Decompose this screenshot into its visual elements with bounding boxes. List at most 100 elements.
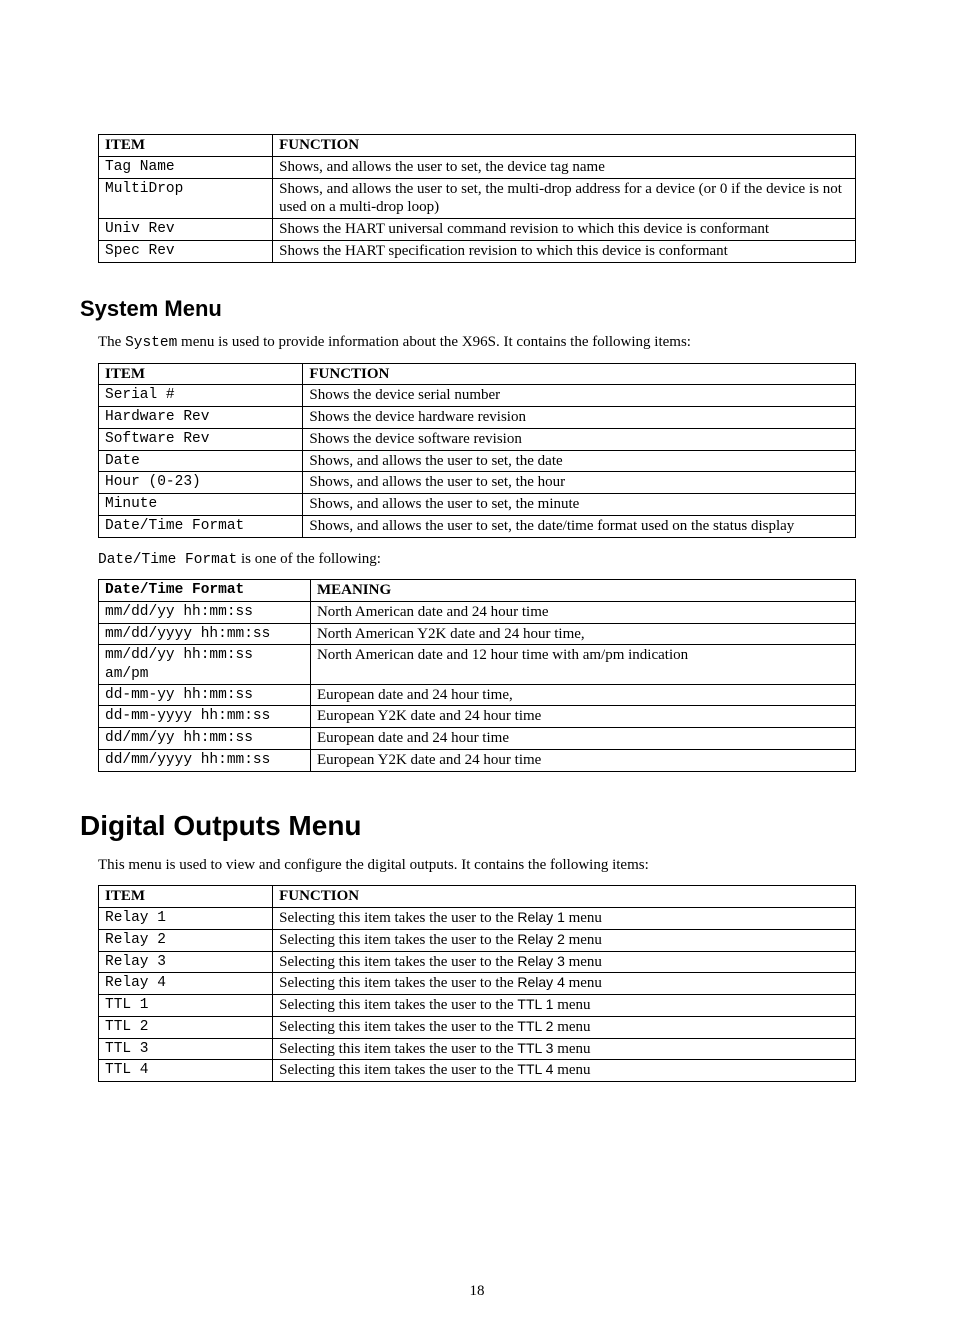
intro-prefix: The — [98, 334, 125, 350]
func-suffix: menu — [565, 932, 602, 948]
hart-table: ITEM FUNCTION Tag Name Shows, and allows… — [98, 134, 856, 263]
item-cell: MultiDrop — [99, 178, 273, 219]
func-sans: Relay 1 — [517, 909, 564, 925]
header-item: ITEM — [99, 886, 273, 908]
intro-suffix: menu is used to provide information abou… — [177, 334, 691, 350]
func-cell: Shows, and allows the user to set, the d… — [303, 515, 856, 537]
table-row: Tag Name Shows, and allows the user to s… — [99, 156, 856, 178]
func-suffix: menu — [565, 954, 602, 970]
system-menu-heading: System Menu — [80, 295, 856, 324]
datetime-format-note: Date/Time Format is one of the following… — [98, 550, 856, 570]
table-row: Software Rev Shows the device software r… — [99, 428, 856, 450]
table-row: Minute Shows, and allows the user to set… — [99, 494, 856, 516]
datetime-format-table: Date/Time Format MEANING mm/dd/yy hh:mm:… — [98, 579, 856, 772]
func-sans: Relay 4 — [517, 974, 564, 990]
header-function: FUNCTION — [273, 135, 856, 157]
func-suffix: menu — [553, 1019, 590, 1035]
header-format: Date/Time Format — [99, 580, 311, 602]
func-cell: Selecting this item takes the user to th… — [273, 995, 856, 1017]
item-cell: Relay 2 — [99, 929, 273, 951]
header-function: FUNCTION — [303, 363, 856, 385]
item-cell: TTL 4 — [99, 1060, 273, 1082]
item-cell: Minute — [99, 494, 303, 516]
func-cell: Selecting this item takes the user to th… — [273, 908, 856, 930]
func-cell: Shows, and allows the user to set, the h… — [303, 472, 856, 494]
func-cell: Selecting this item takes the user to th… — [273, 951, 856, 973]
item-cell: dd/mm/yyyy hh:mm:ss — [99, 749, 311, 771]
item-cell: Spec Rev — [99, 240, 273, 262]
func-suffix: menu — [565, 910, 602, 926]
func-prefix: Selecting this item takes the user to th… — [279, 910, 517, 926]
header-function: FUNCTION — [273, 886, 856, 908]
func-prefix: Selecting this item takes the user to th… — [279, 1019, 517, 1035]
func-suffix: menu — [553, 1062, 590, 1078]
item-cell: dd-mm-yy hh:mm:ss — [99, 684, 311, 706]
table-row: mm/dd/yyyy hh:mm:ss North American Y2K d… — [99, 623, 856, 645]
func-cell: European Y2K date and 24 hour time — [310, 749, 855, 771]
item-cell: Univ Rev — [99, 219, 273, 241]
item-cell: Tag Name — [99, 156, 273, 178]
table-row: dd-mm-yy hh:mm:ss European date and 24 h… — [99, 684, 856, 706]
table-row: mm/dd/yy hh:mm:ss am/pm North American d… — [99, 645, 856, 684]
func-sans: TTL 4 — [517, 1061, 553, 1077]
header-meaning: MEANING — [310, 580, 855, 602]
item-cell: Software Rev — [99, 428, 303, 450]
func-cell: Shows the device serial number — [303, 385, 856, 407]
func-cell: Selecting this item takes the user to th… — [273, 973, 856, 995]
table-row: Serial # Shows the device serial number — [99, 385, 856, 407]
item-cell: Serial # — [99, 385, 303, 407]
digital-outputs-table: ITEM FUNCTION Relay 1 Selecting this ite… — [98, 885, 856, 1082]
table-row: dd/mm/yyyy hh:mm:ss European Y2K date an… — [99, 749, 856, 771]
table-row: Relay 1 Selecting this item takes the us… — [99, 908, 856, 930]
func-cell: Shows the device software revision — [303, 428, 856, 450]
datetime-suffix: is one of the following: — [237, 551, 381, 567]
item-cell: TTL 2 — [99, 1016, 273, 1038]
table-row: Date/Time Format Shows, and allows the u… — [99, 515, 856, 537]
func-sans: TTL 3 — [517, 1040, 553, 1056]
table-row: MultiDrop Shows, and allows the user to … — [99, 178, 856, 219]
table-row: Hour (0-23) Shows, and allows the user t… — [99, 472, 856, 494]
func-cell: European Y2K date and 24 hour time — [310, 706, 855, 728]
func-cell: Shows, and allows the user to set, the d… — [303, 450, 856, 472]
table-row: TTL 4 Selecting this item takes the user… — [99, 1060, 856, 1082]
item-cell: Date/Time Format — [99, 515, 303, 537]
func-suffix: menu — [565, 975, 602, 991]
func-prefix: Selecting this item takes the user to th… — [279, 954, 517, 970]
item-cell: dd-mm-yyyy hh:mm:ss — [99, 706, 311, 728]
table-header-row: ITEM FUNCTION — [99, 363, 856, 385]
func-prefix: Selecting this item takes the user to th… — [279, 1041, 517, 1057]
func-cell: European date and 24 hour time, — [310, 684, 855, 706]
func-cell: Shows, and allows the user to set, the m… — [273, 178, 856, 219]
header-item: ITEM — [99, 363, 303, 385]
item-cell: TTL 1 — [99, 995, 273, 1017]
item-cell: Hour (0-23) — [99, 472, 303, 494]
func-cell: North American date and 24 hour time — [310, 601, 855, 623]
system-menu-intro: The System menu is used to provide infor… — [98, 333, 856, 353]
func-cell: North American date and 12 hour time wit… — [310, 645, 855, 684]
datetime-mono: Date/Time Format — [98, 552, 237, 568]
item-cell: Date — [99, 450, 303, 472]
func-cell: Selecting this item takes the user to th… — [273, 1038, 856, 1060]
func-prefix: Selecting this item takes the user to th… — [279, 997, 517, 1013]
func-prefix: Selecting this item takes the user to th… — [279, 1062, 517, 1078]
func-suffix: menu — [553, 997, 590, 1013]
func-cell: Selecting this item takes the user to th… — [273, 929, 856, 951]
table-row: Relay 3 Selecting this item takes the us… — [99, 951, 856, 973]
item-cell: TTL 3 — [99, 1038, 273, 1060]
func-cell: North American Y2K date and 24 hour time… — [310, 623, 855, 645]
table-row: TTL 3 Selecting this item takes the user… — [99, 1038, 856, 1060]
func-cell: European date and 24 hour time — [310, 728, 855, 750]
func-cell: Shows, and allows the user to set, the d… — [273, 156, 856, 178]
item-cell: Relay 1 — [99, 908, 273, 930]
item-cell: Relay 4 — [99, 973, 273, 995]
func-cell: Selecting this item takes the user to th… — [273, 1016, 856, 1038]
func-cell: Selecting this item takes the user to th… — [273, 1060, 856, 1082]
func-sans: TTL 2 — [517, 1018, 553, 1034]
func-prefix: Selecting this item takes the user to th… — [279, 975, 517, 991]
item-cell: Hardware Rev — [99, 407, 303, 429]
item-cell: mm/dd/yyyy hh:mm:ss — [99, 623, 311, 645]
table-row: Relay 2 Selecting this item takes the us… — [99, 929, 856, 951]
item-cell: dd/mm/yy hh:mm:ss — [99, 728, 311, 750]
func-sans: Relay 3 — [517, 953, 564, 969]
system-menu-table: ITEM FUNCTION Serial # Shows the device … — [98, 363, 856, 538]
